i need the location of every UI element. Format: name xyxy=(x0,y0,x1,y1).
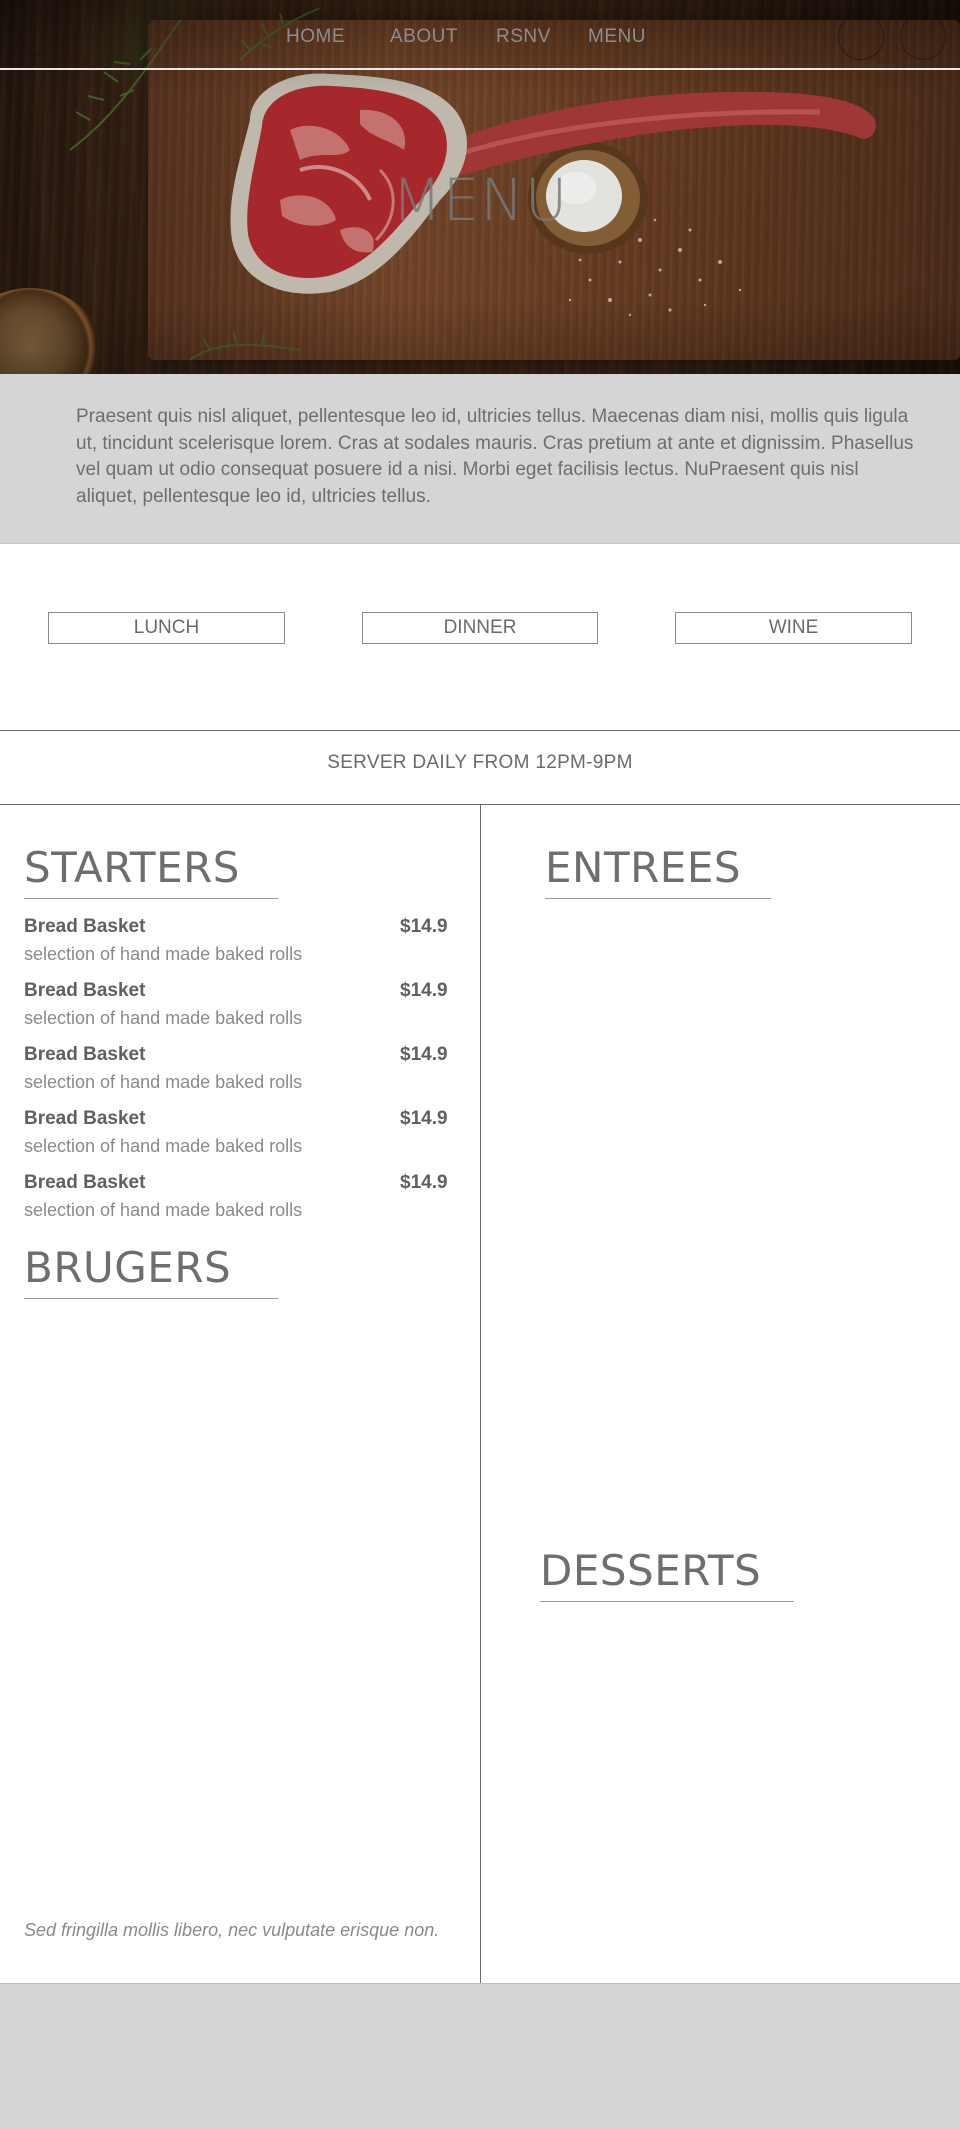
item-price: $14.9 xyxy=(400,1108,448,1129)
nav-menu-link[interactable]: MENU xyxy=(588,26,646,48)
account-circle-icon[interactable] xyxy=(838,14,884,60)
top-navigation: HOME ABOUT RSNV MENU xyxy=(0,0,960,70)
item-name: Bread Basket xyxy=(24,980,146,1001)
starters-underline xyxy=(24,898,278,899)
item-price: $14.9 xyxy=(400,916,448,937)
item-name: Bread Basket xyxy=(24,1172,146,1193)
item-description: selection of hand made baked rolls xyxy=(24,1008,303,1028)
cart-circle-icon[interactable] xyxy=(900,14,946,60)
item-name: Bread Basket xyxy=(24,1108,146,1129)
entrees-heading: ENTREES xyxy=(545,843,742,892)
nav-about-link[interactable]: ABOUT xyxy=(390,26,458,48)
entrees-underline xyxy=(545,898,771,899)
nav-rsnv-link[interactable]: RSNV xyxy=(496,26,551,48)
desserts-underline xyxy=(540,1601,794,1602)
burgers-heading: BRUGERS xyxy=(24,1243,232,1292)
column-divider xyxy=(480,805,481,1985)
hero-title: MENU xyxy=(391,166,569,234)
item-price: $14.9 xyxy=(400,980,448,1001)
item-description: selection of hand made baked rolls xyxy=(24,1200,303,1220)
intro-band: Praesent quis nisl aliquet, pellentesque… xyxy=(0,374,960,544)
logo-circle-icon[interactable] xyxy=(12,10,58,56)
service-hours: SERVER DAILY FROM 12PM-9PM xyxy=(327,752,633,773)
item-price: $14.9 xyxy=(400,1172,448,1193)
divider-top xyxy=(0,730,960,731)
menu-footnote: Sed fringilla mollis libero, nec vulputa… xyxy=(24,1920,440,1940)
desserts-heading: DESSERTS xyxy=(540,1546,762,1595)
item-description: selection of hand made baked rolls xyxy=(24,944,303,964)
item-name: Bread Basket xyxy=(24,916,146,937)
item-description: selection of hand made baked rolls xyxy=(24,1136,303,1156)
burgers-underline xyxy=(24,1298,278,1299)
item-price: $14.9 xyxy=(400,1044,448,1065)
page-footer xyxy=(0,1983,960,2129)
tab-wine[interactable]: WINE xyxy=(675,612,912,644)
item-name: Bread Basket xyxy=(24,1044,146,1065)
tab-lunch[interactable]: LUNCH xyxy=(48,612,285,644)
hero-banner: HOME ABOUT RSNV MENU MENU xyxy=(0,0,960,374)
tab-dinner[interactable]: DINNER xyxy=(362,612,598,644)
starters-heading: STARTERS xyxy=(24,843,240,892)
nav-home-link[interactable]: HOME xyxy=(286,26,345,48)
intro-paragraph: Praesent quis nisl aliquet, pellentesque… xyxy=(76,406,914,507)
item-description: selection of hand made baked rolls xyxy=(24,1072,303,1092)
